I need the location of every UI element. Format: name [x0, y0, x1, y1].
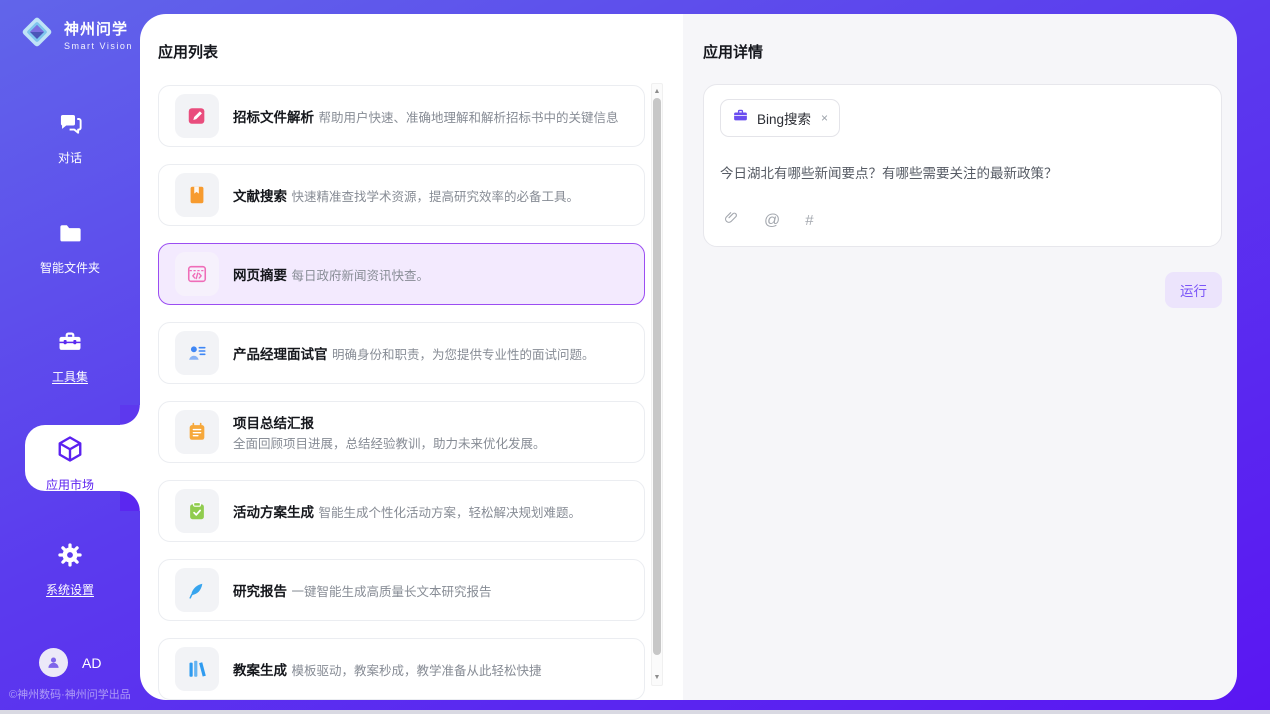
sidebar-item-chat[interactable]: 对话 — [0, 110, 140, 166]
app-card-title: 项目总结汇报 — [233, 416, 314, 431]
app-card-list: 招标文件解析 帮助用户快速、准确地理解和解析招标书中的关键信息 文献搜索 快速精… — [140, 85, 683, 700]
cube-icon — [55, 451, 85, 468]
app-card-title: 活动方案生成 — [233, 505, 314, 520]
app-card-description: 每日政府新闻资讯快查。 — [291, 269, 429, 283]
app-card-description: 帮助用户快速、准确地理解和解析招标书中的关键信息 — [318, 111, 618, 125]
sidebar-item-label: 应用市场 — [0, 476, 140, 493]
brand-text: 神州问学 Smart Vision — [64, 18, 133, 51]
user-account[interactable]: AD — [39, 648, 101, 677]
app-detail-title: 应用详情 — [683, 14, 1237, 62]
toolbox-icon — [56, 343, 84, 360]
app-card-title: 教案生成 — [233, 663, 287, 678]
run-button[interactable]: 运行 — [1165, 272, 1222, 308]
content-area: 应用列表 招标文件解析 帮助用户快速、准确地理解和解析招标书中的关键信息 文献搜… — [140, 14, 1237, 700]
diamond-logo-icon — [18, 13, 56, 56]
scroll-up-arrow-icon[interactable]: ▲ — [652, 85, 662, 98]
sidebar-item-settings[interactable]: 系统设置 — [0, 541, 140, 598]
paperclip-icon[interactable] — [723, 210, 739, 231]
app-window: 神州问学 Smart Vision 对话 智能文件夹 工具集 — [0, 0, 1270, 714]
app-card-description: 全面回顾项目进展，总结经验教训，助力未来优化发展。 — [233, 437, 546, 451]
app-card[interactable]: 教案生成 模板驱动，教案秒成，教学准备从此轻松快捷 — [158, 638, 645, 700]
brand-logo: 神州问学 Smart Vision — [18, 13, 133, 56]
composer-card[interactable]: Bing搜索 × 今日湖北有哪些新闻要点？有哪些需要关注的最新政策？ @ # — [703, 84, 1222, 247]
sidebar-item-label: 系统设置 — [0, 581, 140, 598]
hash-icon[interactable]: # — [805, 212, 813, 229]
scrollbar-thumb[interactable] — [653, 98, 661, 655]
app-card-title: 网页摘要 — [233, 268, 287, 283]
app-card[interactable]: 活动方案生成 智能生成个性化活动方案，轻松解决规划难题。 — [158, 480, 645, 542]
book-icon — [175, 173, 219, 217]
app-card-texts: 产品经理面试官 明确身份和职责，为您提供专业性的面试问题。 — [233, 343, 594, 364]
app-card-texts: 文献搜索 快速精准查找学术资源，提高研究效率的必备工具。 — [233, 185, 579, 206]
active-highlight-fillet-top — [120, 405, 140, 425]
user-initials: AD — [82, 655, 101, 671]
briefcase-icon — [732, 107, 749, 129]
app-card-description: 智能生成个性化活动方案，轻松解决规划难题。 — [318, 506, 581, 520]
app-card-title: 研究报告 — [233, 584, 287, 599]
composer-toolbar: @ # — [723, 210, 814, 231]
app-list-title: 应用列表 — [140, 14, 683, 62]
app-card-selected[interactable]: 网页摘要 每日政府新闻资讯快查。 — [158, 243, 645, 305]
app-list-panel: 应用列表 招标文件解析 帮助用户快速、准确地理解和解析招标书中的关键信息 文献搜… — [140, 14, 683, 700]
gear-icon — [56, 556, 84, 573]
sidebar-item-app-market[interactable]: 应用市场 — [0, 434, 140, 493]
app-card[interactable]: 文献搜索 快速精准查找学术资源，提高研究效率的必备工具。 — [158, 164, 645, 226]
interviewer-icon — [175, 331, 219, 375]
app-card[interactable]: 项目总结汇报 全面回顾项目进展，总结经验教训，助力未来优化发展。 — [158, 401, 645, 463]
app-card[interactable]: 产品经理面试官 明确身份和职责，为您提供专业性的面试问题。 — [158, 322, 645, 384]
avatar — [39, 648, 68, 677]
brand-name: 神州问学 — [64, 18, 133, 39]
folder-icon — [57, 234, 84, 251]
books-icon — [175, 647, 219, 691]
sidebar-item-label: 对话 — [0, 149, 140, 166]
app-card[interactable]: 招标文件解析 帮助用户快速、准确地理解和解析招标书中的关键信息 — [158, 85, 645, 147]
edit-square-icon — [175, 94, 219, 138]
tool-chip-label: Bing搜索 — [757, 108, 811, 128]
brand-subtitle: Smart Vision — [64, 41, 133, 51]
browser-code-icon — [175, 252, 219, 296]
app-card-texts: 研究报告 一键智能生成高质量长文本研究报告 — [233, 580, 491, 601]
copyright-text: ©神州数码·神州问学出品 — [9, 686, 131, 702]
app-card-description: 一键智能生成高质量长文本研究报告 — [291, 585, 491, 599]
app-card-texts: 网页摘要 每日政府新闻资讯快查。 — [233, 264, 429, 285]
chip-close-icon[interactable]: × — [821, 111, 828, 125]
app-card-title: 产品经理面试官 — [233, 347, 328, 362]
sidebar-item-smart-folder[interactable]: 智能文件夹 — [0, 220, 140, 276]
report-note-icon — [175, 410, 219, 454]
app-detail-panel: 应用详情 Bing搜索 × 今日湖北有哪些新闻要点？有哪些需要关注的最新政策？ … — [683, 14, 1237, 700]
scrollbar: ▲ ▼ — [651, 83, 663, 686]
sidebar-item-toolset[interactable]: 工具集 — [0, 328, 140, 385]
quill-icon — [175, 568, 219, 612]
app-card-texts: 招标文件解析 帮助用户快速、准确地理解和解析招标书中的关键信息 — [233, 106, 618, 127]
app-card-title: 文献搜索 — [233, 189, 287, 204]
app-card-texts: 项目总结汇报 全面回顾项目进展，总结经验教训，助力未来优化发展。 — [233, 412, 628, 453]
run-row: 运行 — [683, 272, 1222, 308]
app-card-texts: 活动方案生成 智能生成个性化活动方案，轻松解决规划难题。 — [233, 501, 581, 522]
clipboard-check-icon — [175, 489, 219, 533]
app-card-description: 快速精准查找学术资源，提高研究效率的必备工具。 — [291, 190, 579, 204]
query-text[interactable]: 今日湖北有哪些新闻要点？有哪些需要关注的最新政策？ — [720, 162, 1205, 182]
active-highlight-fillet-bottom — [120, 491, 140, 511]
sidebar-item-label: 智能文件夹 — [0, 259, 140, 276]
app-card-title: 招标文件解析 — [233, 110, 314, 125]
sidebar-item-label: 工具集 — [0, 368, 140, 385]
app-card-description: 模板驱动，教案秒成，教学准备从此轻松快捷 — [291, 664, 541, 678]
at-icon[interactable]: @ — [764, 212, 780, 230]
chat-icon — [57, 124, 84, 141]
sidebar: 神州问学 Smart Vision 对话 智能文件夹 工具集 — [0, 0, 140, 714]
app-card[interactable]: 研究报告 一键智能生成高质量长文本研究报告 — [158, 559, 645, 621]
window-bottom-edge — [0, 710, 1270, 714]
scroll-down-arrow-icon[interactable]: ▼ — [652, 671, 662, 684]
app-card-description: 明确身份和职责，为您提供专业性的面试问题。 — [332, 348, 595, 362]
tool-chip-bing-search[interactable]: Bing搜索 × — [720, 99, 840, 137]
app-card-texts: 教案生成 模板驱动，教案秒成，教学准备从此轻松快捷 — [233, 659, 541, 680]
